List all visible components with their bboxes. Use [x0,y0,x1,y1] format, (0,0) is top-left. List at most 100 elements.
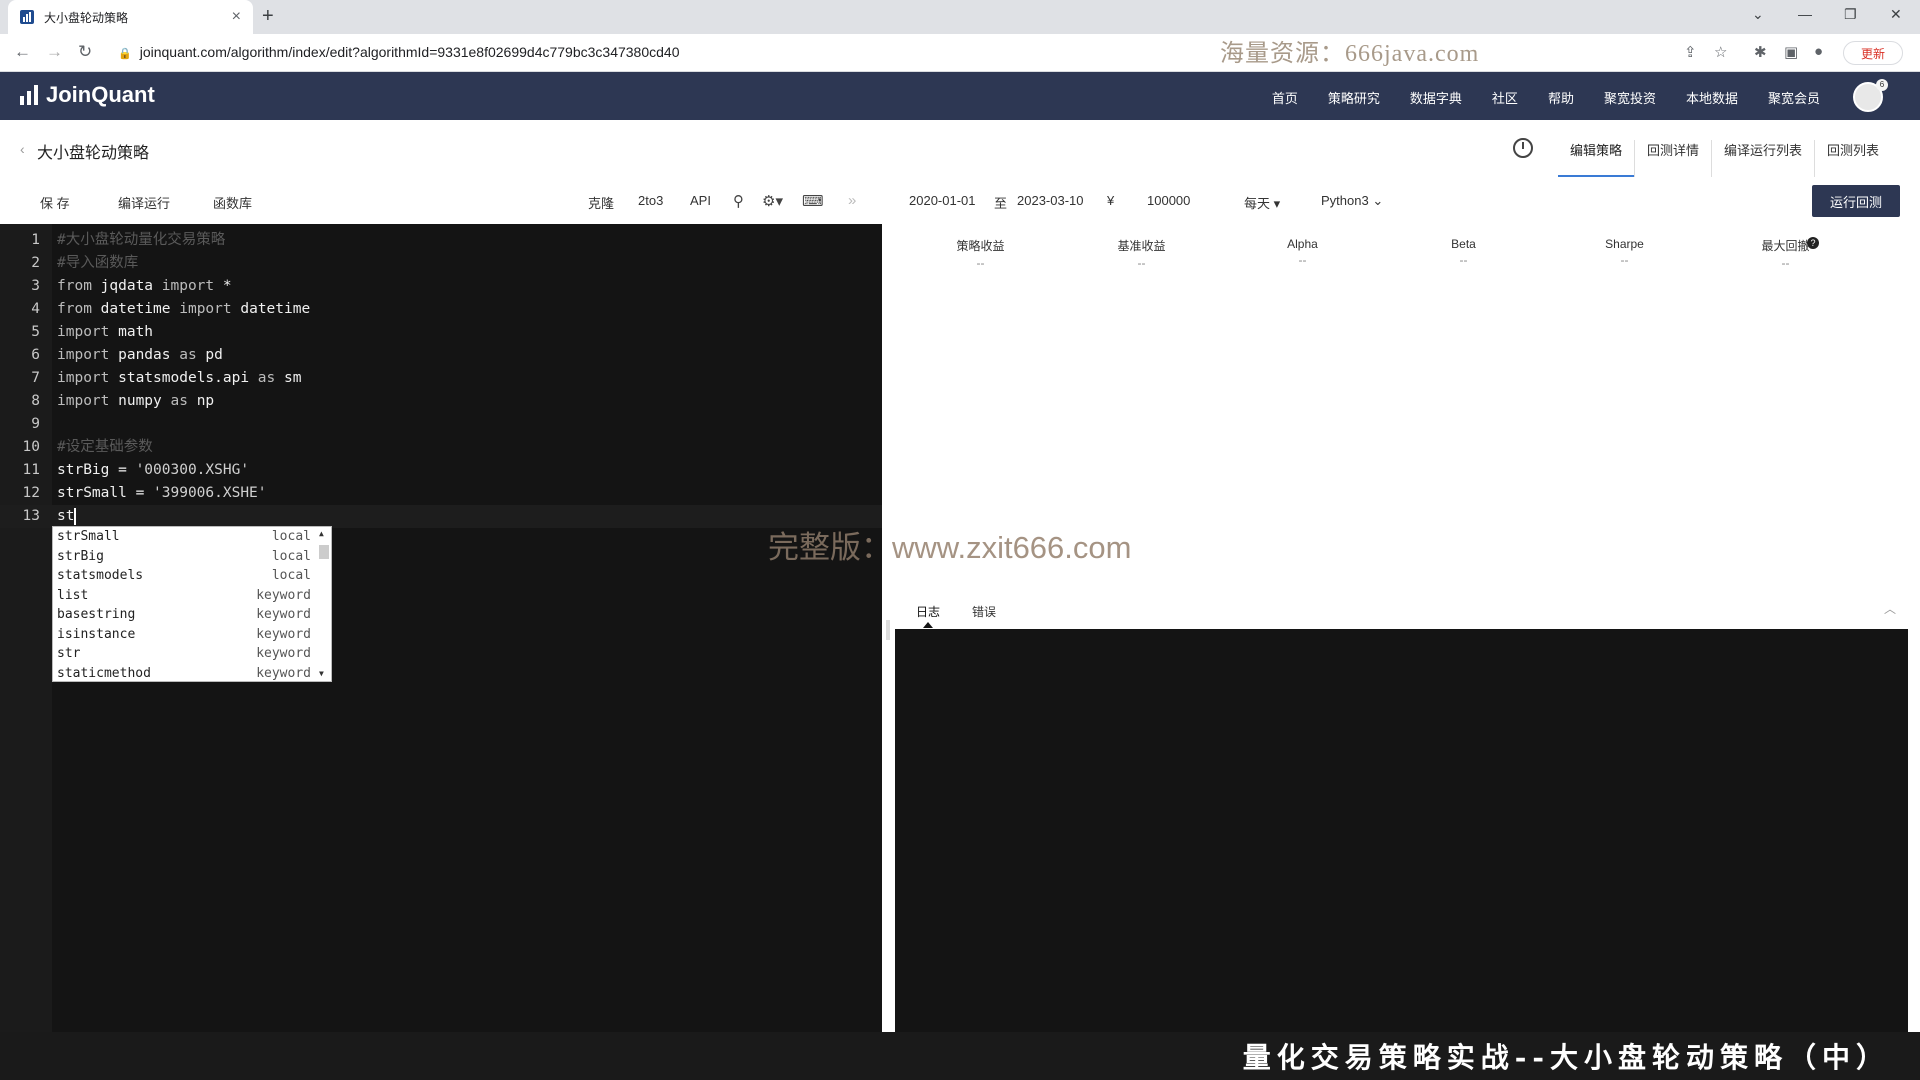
line-number: 12 [22,485,40,501]
capital-input[interactable]: 100000 [1147,193,1190,208]
code-token: np [187,393,215,409]
autocomplete-item[interactable]: strSmall local [53,527,331,547]
sidepanel-icon[interactable]: ▣ [1784,43,1798,61]
scroll-thumb[interactable] [319,545,329,559]
log-output[interactable] [895,629,1908,1032]
scroll-down-icon[interactable]: ▼ [319,669,324,678]
panel-splitter[interactable] [886,620,890,640]
joinquant-logo[interactable]: JoinQuant [20,82,155,108]
metric-value: -- [1298,253,1307,267]
code-line[interactable]: 6 import pandas as pd [0,344,882,367]
code-token: pandas [109,347,180,363]
code-line[interactable]: 7 import statsmodels.api as sm [0,367,882,390]
expand-right-icon[interactable]: » [848,192,856,209]
autocomplete-item[interactable]: list keyword [53,586,331,606]
code-line[interactable]: 4 from datetime import datetime [0,298,882,321]
metric-value: -- [1620,253,1629,267]
clone-button[interactable]: 克隆 [588,193,614,212]
line-number: 5 [31,324,40,340]
avatar-badge: 6 [1876,79,1888,91]
help-question-icon[interactable]: ? [1807,237,1819,249]
nav-help[interactable]: 帮助 [1548,88,1574,107]
autocomplete-item-type: local [271,568,311,583]
2to3-button[interactable]: 2to3 [638,193,663,208]
new-tab-icon[interactable]: + [262,5,274,28]
logo-text: JoinQuant [46,82,155,107]
compile-run-button[interactable]: 编译运行 [118,193,170,212]
nav-research[interactable]: 策略研究 [1328,88,1380,107]
code-line[interactable]: 11 strBig = '000300.XSHG' [0,459,882,482]
clock-icon[interactable] [1513,138,1533,158]
scroll-up-icon[interactable]: ▲ [319,529,324,538]
back-icon[interactable]: ← [14,42,31,62]
api-button[interactable]: API [690,193,711,208]
autocomplete-item[interactable]: str keyword [53,644,331,664]
code-line[interactable]: 2 #导入函数库 [0,252,882,275]
settings-gear-icon[interactable]: ⚙▾ [762,192,783,210]
code-line[interactable]: 3 from jqdata import * [0,275,882,298]
tab-errors[interactable]: 错误 [972,603,996,620]
code-keyword: as [257,370,276,386]
function-library-button[interactable]: 函数库 [213,193,252,212]
url-field[interactable]: 🔒 joinquant.com/algorithm/index/edit?algo… [118,44,680,60]
profile-icon[interactable]: ● [1814,43,1823,60]
autocomplete-item-name: str [57,646,81,661]
log-tabs: 日志 错误 [916,603,996,620]
autocomplete-item[interactable]: staticmethod keyword [53,664,331,684]
code-line[interactable]: 10 #设定基础参数 [0,436,882,459]
autocomplete-item[interactable]: strBig local [53,547,331,567]
frequency-select[interactable]: 每天 ▾ [1244,193,1280,212]
close-window-icon[interactable]: ✕ [1890,6,1902,23]
browser-tab[interactable]: 大小盘轮动策略 × [8,0,253,34]
autocomplete-scrollbar[interactable]: ▲ ▼ [319,529,329,679]
tab-log[interactable]: 日志 [916,603,940,620]
forward-icon[interactable]: → [46,42,63,62]
extensions-icon[interactable]: ✱ [1754,43,1767,61]
code-token: datetime [91,301,180,317]
run-backtest-button[interactable]: 运行回测 [1812,185,1900,217]
nav-data-dictionary[interactable]: 数据字典 [1410,88,1462,107]
code-text: strSmall = '399006.XSHE' [57,482,267,505]
start-date-input[interactable]: 2020-01-01 [909,193,976,208]
code-line[interactable]: 1 #大小盘轮动量化交易策略 [0,229,882,252]
nav-invest[interactable]: 聚宽投资 [1604,88,1656,107]
tab-backtest-list[interactable]: 回测列表 [1814,140,1891,177]
share-icon[interactable]: ⇪ [1684,43,1697,61]
tab-search-icon[interactable]: ⌄ [1752,6,1764,23]
save-button[interactable]: 保 存 [40,193,70,212]
autocomplete-item-name: basestring [57,607,136,622]
code-line[interactable]: 5 import math [0,321,882,344]
autocomplete-item[interactable]: isinstance keyword [53,625,331,645]
back-chevron-icon[interactable]: ‹ [20,141,25,157]
search-icon[interactable]: ⚲ [733,192,744,210]
code-line[interactable]: 13 st [0,505,882,528]
code-text: st [57,505,77,528]
tab-compile-run-list[interactable]: 编译运行列表 [1711,140,1814,177]
autocomplete-dropdown[interactable]: strSmall local strBig local statsmodels local… [52,526,332,682]
autocomplete-item[interactable]: basestring keyword [53,605,331,625]
keyboard-icon[interactable]: ⌨ [802,192,824,210]
python-version-select[interactable]: Python3 ⌄ [1321,193,1383,209]
collapse-up-icon[interactable]: ︿ [1884,600,1896,617]
nav-membership[interactable]: 聚宽会员 [1768,88,1820,107]
update-button[interactable]: 更新 [1843,41,1903,65]
line-number: 4 [31,301,40,317]
nav-community[interactable]: 社区 [1492,88,1518,107]
end-date-input[interactable]: 2023-03-10 [1017,193,1084,208]
close-tab-icon[interactable]: × [232,8,241,26]
code-text: #大小盘轮动量化交易策略 [57,229,225,252]
watermark-mid-url: www.zxit666.com [892,530,1132,565]
bookmark-star-icon[interactable]: ☆ [1714,43,1727,61]
nav-local-data[interactable]: 本地数据 [1686,88,1738,107]
minimize-icon[interactable]: — [1798,6,1812,22]
nav-home[interactable]: 首页 [1272,88,1298,107]
code-line[interactable]: 12 strSmall = '399006.XSHE' [0,482,882,505]
code-line[interactable]: 9 [0,413,882,436]
tab-edit-strategy[interactable]: 编辑策略 [1558,140,1635,177]
code-text: from jqdata import * [57,275,232,298]
restore-icon[interactable]: ❐ [1844,6,1857,23]
autocomplete-item[interactable]: statsmodels local [53,566,331,586]
code-line[interactable]: 8 import numpy as np [0,390,882,413]
reload-icon[interactable]: ↻ [78,42,92,62]
tab-backtest-details[interactable]: 回测详情 [1634,140,1711,177]
